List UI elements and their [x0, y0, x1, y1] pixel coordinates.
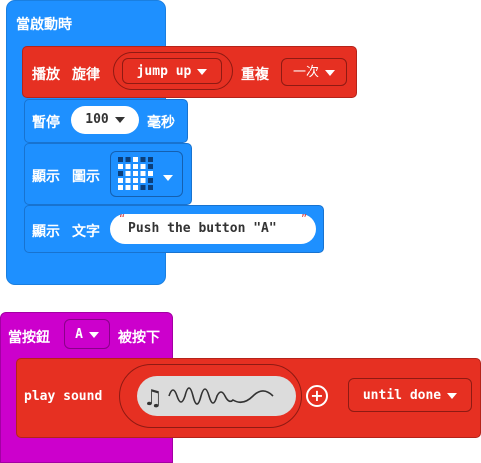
- led-cell: [148, 178, 153, 183]
- sound-wave-icon: ♫: [143, 386, 274, 411]
- chevron-down-icon: [88, 331, 99, 338]
- led-cell: [133, 171, 138, 176]
- led-cell: [140, 171, 146, 176]
- led-cell: [140, 178, 146, 183]
- led-cell: [125, 178, 131, 183]
- melody-label: 旋律: [72, 67, 100, 83]
- led-cell: [133, 157, 138, 162]
- chevron-down-shape: [163, 174, 173, 181]
- led-cell: [148, 164, 153, 169]
- chevron-down-icon: [325, 69, 335, 76]
- pause-label: 暫停: [32, 115, 60, 131]
- pause-unit-label: 毫秒: [147, 115, 175, 131]
- led-cell: [133, 185, 138, 190]
- chevron-down-icon: [447, 392, 458, 399]
- pause-ms-value: 100: [85, 112, 109, 127]
- show-icon-label1: 顯示: [32, 169, 60, 185]
- led-cell: [118, 164, 123, 169]
- led-cell: [148, 171, 153, 176]
- melody-value: jump up: [136, 64, 192, 79]
- repeat-label: 重複: [241, 67, 269, 83]
- show-string-label1: 顯示: [32, 224, 60, 240]
- chevron-down-icon: [163, 167, 173, 186]
- play-sound-label: play sound: [24, 389, 103, 404]
- led-cell: [148, 185, 153, 190]
- chevron-down-icon: [197, 68, 208, 75]
- led-cell: [125, 185, 131, 190]
- sound-mode-value: until done: [362, 388, 442, 403]
- quote-open: “: [119, 212, 126, 226]
- pause-ms-dropdown[interactable]: 100: [71, 106, 139, 134]
- on-button-label2: 被按下: [118, 330, 160, 346]
- led-cell: [140, 157, 146, 162]
- chevron-down-icon: [114, 116, 125, 123]
- led-cell: [133, 164, 138, 169]
- button-value: A: [75, 327, 83, 342]
- led-grid-icon: [116, 155, 156, 193]
- add-param-icon[interactable]: +: [306, 385, 328, 407]
- led-cell: [133, 178, 138, 183]
- button-dropdown[interactable]: A: [64, 319, 110, 349]
- led-cell: [118, 178, 123, 183]
- led-grid-svg: [118, 157, 153, 190]
- repeat-value: 一次: [292, 65, 319, 80]
- on-start-label: 當啟動時: [16, 17, 72, 33]
- melody-dropdown[interactable]: jump up: [122, 58, 222, 84]
- led-cell: [118, 157, 123, 162]
- sound-effect-field[interactable]: ♫: [137, 376, 296, 416]
- led-cell: [118, 185, 123, 190]
- repeat-dropdown[interactable]: 一次: [281, 58, 347, 86]
- show-icon-label2: 圖示: [72, 169, 100, 185]
- led-cell: [118, 171, 123, 176]
- led-cell: [125, 157, 131, 162]
- svg-text:♫: ♫: [143, 386, 163, 411]
- led-cell: [125, 164, 131, 169]
- play-label: 播放: [32, 67, 60, 83]
- led-cell: [148, 157, 153, 162]
- led-cell: [140, 185, 146, 190]
- sound-mode-dropdown[interactable]: until done: [348, 378, 472, 412]
- show-string-label2: 文字: [72, 224, 100, 240]
- quote-close: ”: [301, 212, 308, 226]
- on-button-label1: 當按鈕: [8, 330, 50, 346]
- led-cell: [125, 171, 131, 176]
- led-cell: [140, 164, 146, 169]
- string-value: Push the button "A": [128, 221, 277, 236]
